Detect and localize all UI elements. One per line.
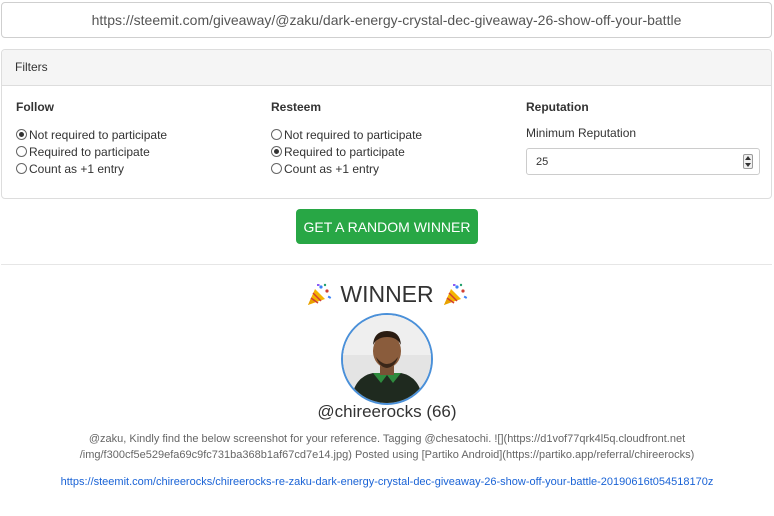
follow-option-required[interactable]: Required to participate [16,143,167,160]
radio-label: Required to participate [284,144,405,159]
follow-option-count-entry[interactable]: Count as +1 entry [16,160,167,177]
min-reputation-input[interactable]: 25 [526,148,760,175]
filters-panel: Filters Follow Not required to participa… [1,49,772,199]
party-popper-icon [308,283,332,305]
resteem-option-count-entry[interactable]: Count as +1 entry [271,160,422,177]
resteem-option-not-required[interactable]: Not required to participate [271,126,422,143]
radio-label: Count as +1 entry [29,161,125,176]
min-reputation-label: Minimum Reputation [526,126,637,140]
radio-button[interactable] [271,129,282,140]
follow-filter-group: Follow Not required to participate Requi… [16,100,167,177]
url-input[interactable]: https://steemit.com/giveaway/@zaku/dark-… [1,2,772,38]
winner-comment-link[interactable]: https://steemit.com/chireerocks/chireero… [0,476,774,488]
reputation-filter-group: Reputation Minimum Reputation 25 [526,100,760,175]
winner-avatar [341,313,433,405]
decrement-arrow-icon[interactable] [745,162,751,167]
follow-title: Follow [16,100,54,114]
resteem-option-required[interactable]: Required to participate [271,143,422,160]
increment-arrow-icon[interactable] [745,156,751,161]
winner-username: @chireerocks (66) [317,402,457,421]
radio-button-checked[interactable] [271,146,282,157]
reputation-title: Reputation [526,100,589,114]
get-random-winner-button[interactable]: GET A RANDOM WINNER [296,209,478,244]
winner-comment: @zaku, Kindly find the below screenshot … [79,433,695,461]
radio-label: Required to participate [29,144,150,159]
avatar-image [343,315,431,403]
radio-button[interactable] [16,146,27,157]
follow-option-not-required[interactable]: Not required to participate [16,126,167,143]
party-popper-icon [443,283,467,305]
radio-label: Not required to participate [284,127,423,142]
filters-header: Filters [2,50,771,86]
winner-title: WINNER [340,281,434,307]
resteem-filter-group: Resteem Not required to participate Requ… [271,100,422,177]
radio-button[interactable] [271,163,282,174]
radio-button-checked[interactable] [16,129,27,140]
resteem-title: Resteem [271,100,322,114]
radio-label: Not required to participate [29,127,168,142]
radio-label: Count as +1 entry [284,161,380,176]
min-reputation-value: 25 [536,155,549,168]
number-spinner[interactable] [743,154,753,169]
radio-button[interactable] [16,163,27,174]
winner-heading: WINNER [0,281,774,308]
